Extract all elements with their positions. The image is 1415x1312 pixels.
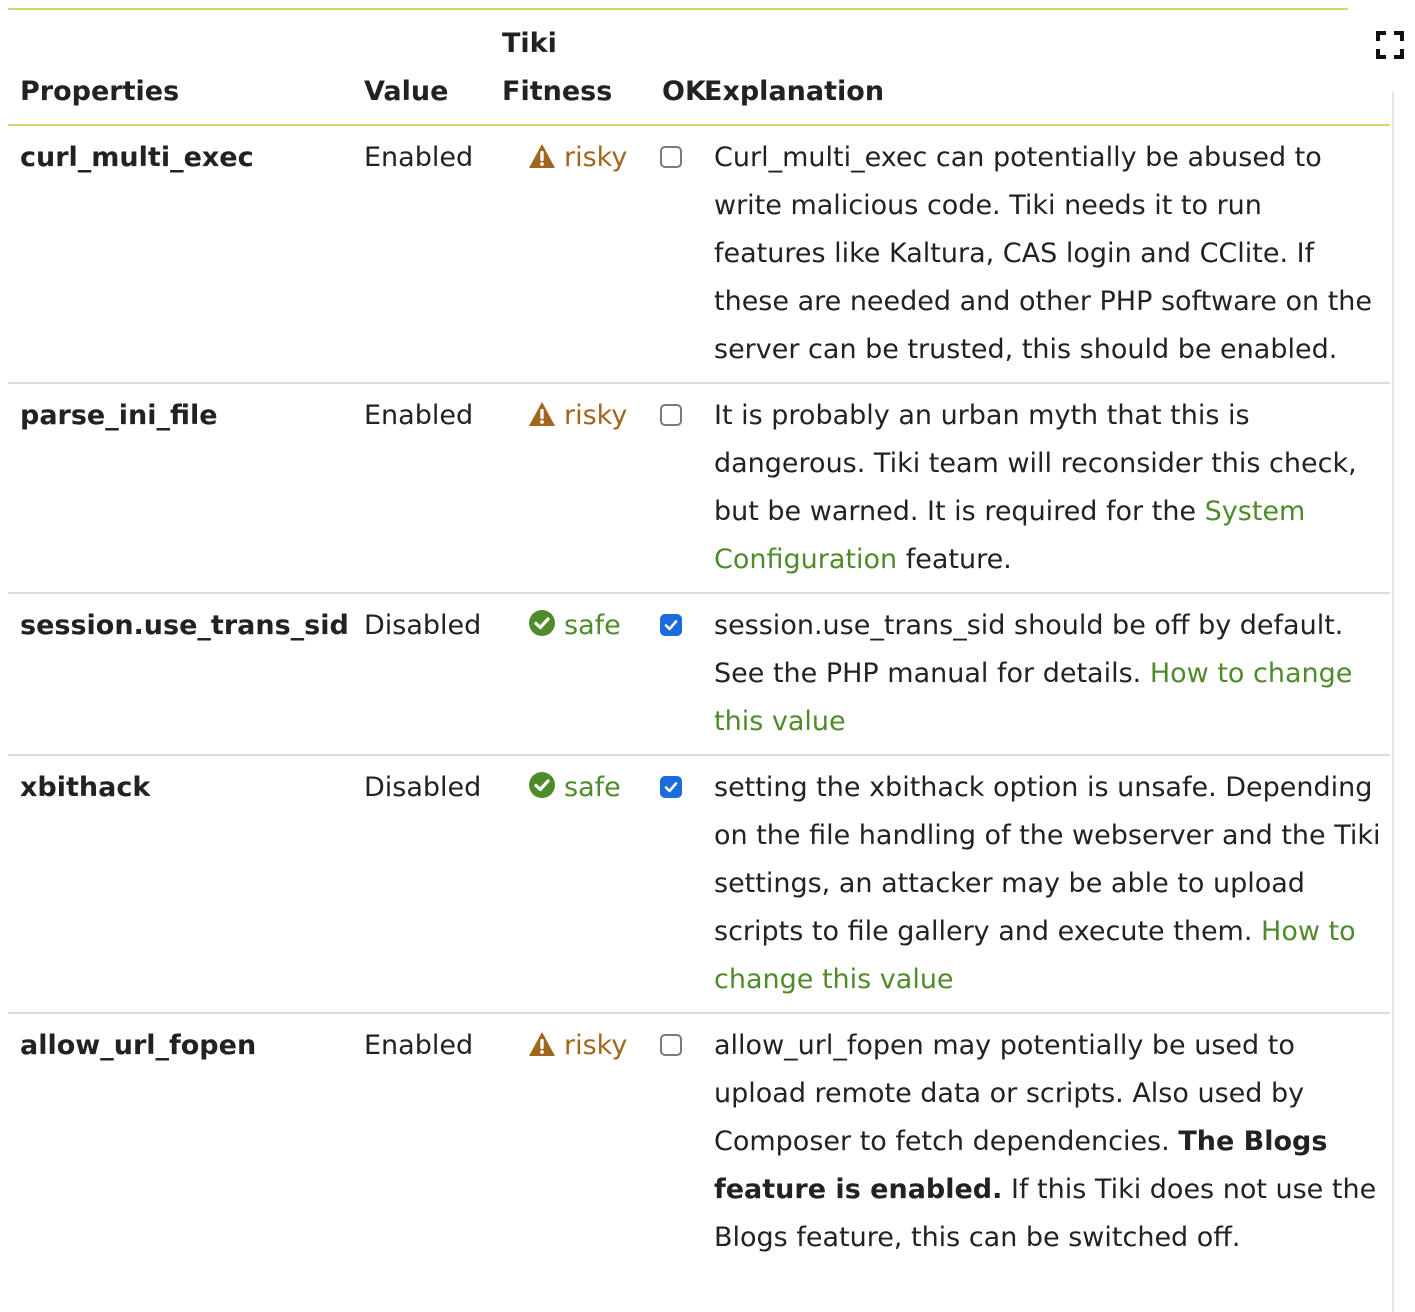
property-name: session.use_trans_sid — [8, 593, 352, 756]
explanation-cell: session.use_trans_sid should be off by d… — [700, 593, 1390, 756]
fitness-status: risky — [528, 1030, 627, 1061]
ok-checkbox[interactable] — [660, 776, 682, 798]
header-properties: Properties — [8, 16, 352, 126]
header-explanation: Explanation — [700, 16, 1390, 126]
table-row: allow_url_fopen Enabled risky allow_url_fop… — [8, 1013, 1390, 1270]
fitness-label: risky — [564, 1030, 628, 1061]
fitness-label: safe — [564, 772, 621, 803]
explanation-cell: setting the xbithack option is unsafe. D… — [700, 755, 1390, 1014]
warning-triangle-icon — [528, 137, 556, 185]
ok-checkbox[interactable] — [660, 146, 682, 168]
property-name: parse_ini_file — [8, 383, 352, 594]
fitness-label: safe — [564, 610, 621, 641]
ok-checkbox[interactable] — [660, 1034, 682, 1056]
explanation-cell: It is probably an urban myth that this i… — [700, 383, 1390, 594]
ok-checkbox[interactable] — [660, 614, 682, 636]
warning-triangle-icon — [528, 395, 556, 443]
property-value: Disabled — [352, 593, 490, 756]
fitness-label: risky — [564, 400, 628, 431]
table-row: curl_multi_exec Enabled risky Curl_multi_ex… — [8, 125, 1390, 384]
warning-triangle-icon — [528, 1025, 556, 1073]
property-value: Enabled — [352, 383, 490, 594]
fitness-cell: safe — [490, 755, 650, 1014]
fitness-cell: risky — [490, 1013, 650, 1270]
header-fitness-line1: Tiki — [502, 28, 557, 59]
explanation-cell: allow_url_fopen may potentially be used … — [700, 1013, 1390, 1270]
property-name: curl_multi_exec — [8, 125, 352, 384]
ok-cell — [650, 383, 700, 594]
property-value: Enabled — [364, 1030, 474, 1061]
fitness-status: safe — [528, 610, 621, 641]
property-value: Disabled — [352, 755, 490, 1014]
header-value: Value — [352, 16, 490, 126]
fitness-label: risky — [564, 142, 628, 173]
fitness-cell: risky — [490, 125, 650, 384]
ok-checkbox[interactable] — [660, 404, 682, 426]
ok-cell — [650, 755, 700, 1014]
fitness-cell: risky — [490, 383, 650, 594]
property-value: Enabled — [352, 125, 490, 384]
ok-cell — [650, 593, 700, 756]
header-fitness-line2: Fitness — [502, 76, 613, 107]
table-row: parse_ini_file Enabled risky It is probably… — [8, 383, 1390, 594]
fitness-status: safe — [528, 772, 621, 803]
ok-cell — [650, 125, 700, 384]
fitness-status: risky — [528, 142, 627, 173]
top-rule — [8, 8, 1348, 10]
explanation-text: Curl_multi_exec can potentially be abuse… — [714, 142, 1373, 365]
explanation-cell: Curl_multi_exec can potentially be abuse… — [700, 125, 1390, 384]
table-scroll-edge — [1392, 92, 1394, 1312]
security-properties-table: Properties Value Tiki Fitness OK Explana… — [8, 16, 1390, 1270]
check-circle-icon — [528, 605, 556, 653]
header-tiki-fitness: Tiki Fitness — [490, 16, 650, 126]
table-header-row: Properties Value Tiki Fitness OK Explana… — [8, 16, 1390, 126]
property-name: allow_url_fopen — [20, 1030, 257, 1061]
fitness-status: risky — [528, 400, 627, 431]
check-circle-icon — [528, 767, 556, 815]
header-ok: OK — [650, 16, 706, 126]
explanation-after: feature. — [905, 544, 1012, 575]
property-name: xbithack — [8, 755, 352, 1014]
fitness-cell: safe — [490, 593, 650, 756]
table-row: session.use_trans_sid Disabled safe session… — [8, 593, 1390, 756]
ok-cell — [650, 1013, 700, 1270]
table-row: xbithack Disabled safe setting the xbithack… — [8, 755, 1390, 1014]
